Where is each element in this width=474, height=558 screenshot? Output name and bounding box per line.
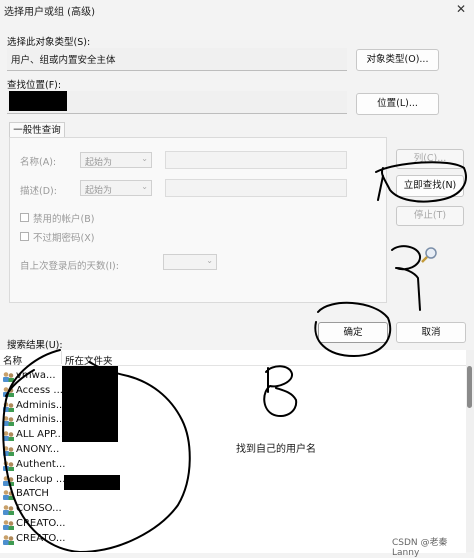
annotation-scribbles	[2, 161, 467, 552]
watermark: CSDN @老秦Lanny	[392, 538, 448, 558]
